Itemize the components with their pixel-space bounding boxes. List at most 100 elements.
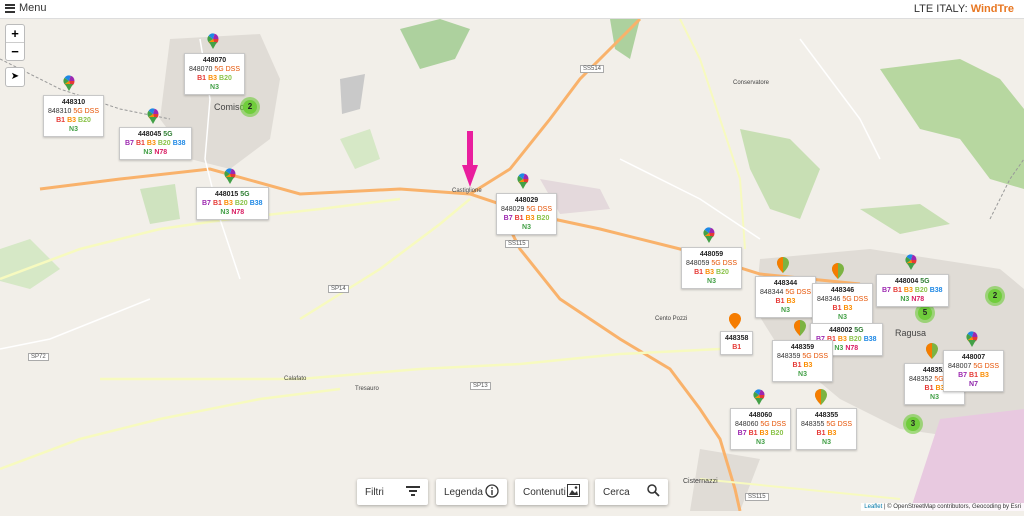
site-tech: 848029 5G DSS [501,206,552,213]
pointer-arrow-icon [462,131,478,187]
town-cisternazzi: Cisternazzi [683,478,718,485]
site-bands: B7 B1 B3 B20 [737,430,784,437]
site-bands: B7B1B3B20B38 [882,287,943,294]
cluster-marker[interactable]: 2 [985,286,1005,306]
site-id: 448007 [961,354,986,361]
filters-button[interactable]: Filtri [357,479,428,505]
site-bands: B7B1B3B20B38 [125,140,186,147]
road-shield: SS514 [580,65,605,73]
site-bands: B1 B3 [832,305,853,312]
site-nr-bands: N3 [707,278,716,285]
filter-icon [406,485,420,499]
site-label[interactable]: 448359 848359 5G DSS B1 B3 N3 [772,340,833,382]
site-bands: B1 B3 [816,430,837,437]
site-bands: B1 B3 B20 [56,117,91,124]
site-id: 448015 5G [214,191,250,198]
site-tech: 848059 5G DSS [686,260,737,267]
site-tech: 848359 5G DSS [777,353,828,360]
search-button[interactable]: Cerca [595,479,668,505]
site-label[interactable]: 448029 848029 5G DSS B7 B1 B3 B20 N3 [496,193,557,235]
site-nr-bands: N3 [838,314,847,321]
site-label[interactable]: 448358 B1 [720,331,754,355]
road-shield: SP14 [328,285,349,293]
zoom-control: + − [5,24,25,61]
site-marker-icon[interactable] [926,343,938,359]
site-marker-icon[interactable] [777,257,789,273]
image-icon [567,484,580,500]
site-label[interactable]: 448346 848346 5G DSS B1 B3 N3 [812,283,873,325]
site-bands: B1 B3 [792,362,813,369]
site-marker-icon[interactable] [517,173,529,189]
site-marker-icon[interactable] [753,389,765,405]
contents-button[interactable]: Contenuti [515,479,588,505]
hamburger-icon [5,3,15,13]
town-ragusa: Ragusa [895,328,927,338]
map-attribution: Leaflet | © OpenStreetMap contributors, … [861,503,1024,511]
site-marker-icon[interactable] [794,320,806,336]
site-id: 448359 [790,344,815,351]
site-nr-bands: N3 N78 [900,296,925,303]
site-id: 448045 5G [137,131,173,138]
site-label[interactable]: 448070 848070 5G DSS B1 B3 B20 N3 [184,53,245,95]
locate-button[interactable]: ➤ [5,67,25,87]
site-id: 448004 5G [894,278,930,285]
road-shield: SS115 [745,493,769,501]
site-id: 448358 [725,335,749,342]
site-label[interactable]: 448059 848059 5G DSS B1 B3 B20 N3 [681,247,742,289]
legend-button[interactable]: Legenda [436,479,507,505]
cluster-marker[interactable]: 2 [240,97,260,117]
site-marker-icon[interactable] [815,389,827,405]
site-id: 448355 [814,412,839,419]
search-icon [647,484,660,500]
site-nr-bands: N7 [969,381,978,388]
cluster-marker[interactable]: 3 [903,414,923,434]
site-id: 448002 5G [828,327,864,334]
site-id: 448344 [773,280,798,287]
site-marker-icon[interactable] [63,75,75,91]
leaflet-link[interactable]: Leaflet [864,504,882,510]
site-bands: B7 B1 B3 [958,372,989,379]
zoom-in-button[interactable]: + [6,25,24,43]
site-nr-bands: N3 N78 [220,209,245,216]
site-marker-icon[interactable] [832,263,844,279]
site-label[interactable]: 448045 5G B7 B1 B3 B20 B38 N3 N78 [119,127,192,160]
site-marker-icon[interactable] [966,331,978,347]
site-label[interactable]: 448004 5G B7 B1 B3 B20 B38 N3 N78 [876,274,949,307]
map-canvas[interactable] [0,17,1024,512]
site-label[interactable]: 448060 848060 5G DSS B7 B1 B3 B20 N3 [730,408,791,450]
brand-title: LTE ITALY: WindTre [914,3,1014,15]
site-marker-icon[interactable] [703,227,715,243]
site-marker-icon[interactable] [905,254,917,270]
town-tresauro: Tresauro [355,386,379,392]
site-tech: 848060 5G DSS [735,421,786,428]
zoom-out-button[interactable]: − [6,43,24,60]
menu-button[interactable]: Menu [5,2,47,14]
town-cento-pozzi: Cento Pozzi [655,316,688,322]
site-bands: B1 [732,344,742,351]
brand-prefix: LTE ITALY: [913,3,968,15]
site-bands: B1 B3 [775,298,796,305]
site-bands: B7 B1 B3 B20 [503,215,550,222]
site-label[interactable]: 448310 848310 5G DSS B1 B3 B20 N3 [43,95,104,137]
brand-operator: WindTre [970,3,1014,15]
site-tech: 848344 5G DSS [760,289,811,296]
site-marker-icon[interactable] [224,168,236,184]
site-label[interactable]: 448015 5G B7 B1 B3 B20 B38 N3 N78 [196,187,269,220]
road-shield: SP72 [28,353,49,361]
site-bands: B1 B3 B20 [694,269,729,276]
site-marker-icon[interactable] [147,108,159,124]
site-marker-icon[interactable] [207,33,219,49]
site-nr-bands: N3 N78 [143,149,168,156]
road-shield: SP13 [470,382,491,390]
site-id: 448059 [699,251,724,258]
site-label[interactable]: 448344 848344 5G DSS B1 B3 N3 [755,276,816,318]
site-label[interactable]: 448007 848007 5G DSS B7 B1 B3 N7 [943,350,1004,392]
site-marker-icon[interactable] [729,313,741,329]
site-nr-bands: N3 [210,84,219,91]
site-nr-bands: N3 [781,307,790,314]
map-base [0,17,1024,512]
site-bands: B1 B3 B20 [197,75,232,82]
site-tech: 848310 5G DSS [48,108,99,115]
location-arrow-icon: ➤ [10,71,20,82]
site-label[interactable]: 448355 848355 5G DSS B1 B3 N3 [796,408,857,450]
